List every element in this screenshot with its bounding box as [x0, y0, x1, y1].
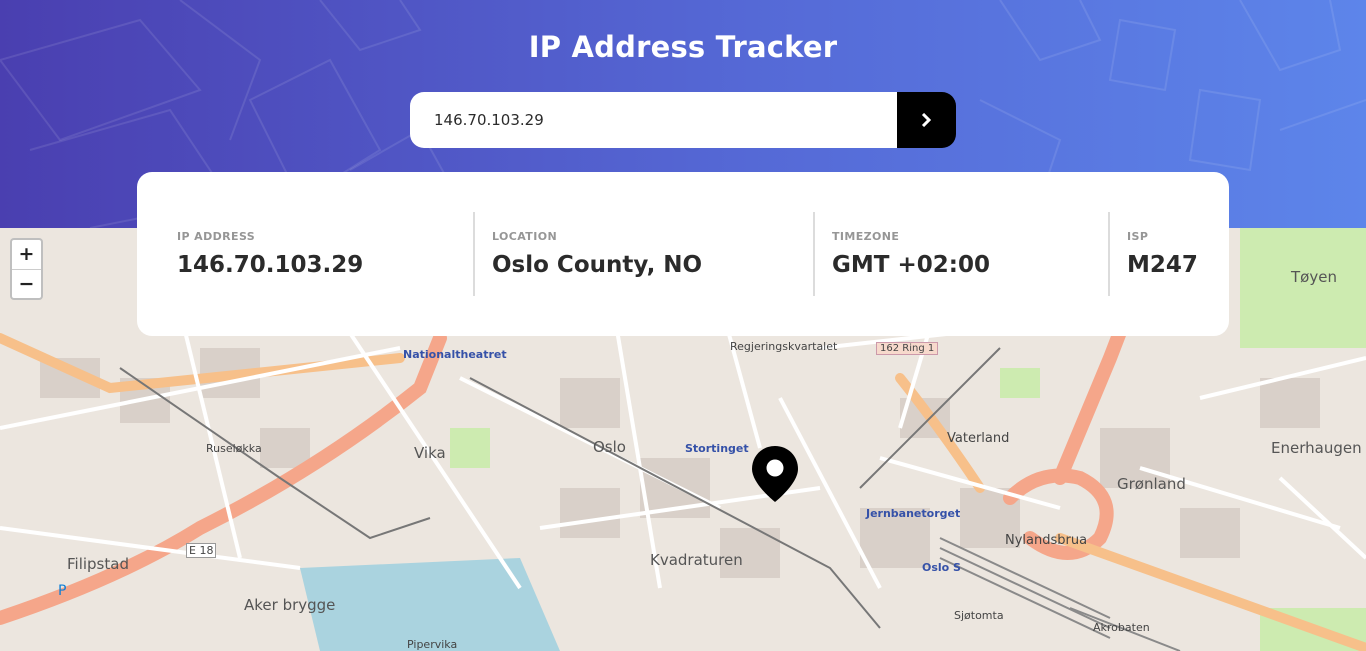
- map-label-vika: Vika: [414, 444, 446, 462]
- map-label-nylandsbrua: Nylandsbrua: [1005, 533, 1088, 548]
- map-label-e18: E 18: [186, 543, 217, 558]
- map-label-vaterland: Vaterland: [947, 431, 1010, 446]
- map-label-enerhaugen: Enerhaugen: [1271, 439, 1362, 457]
- timezone-section: TIMEZONE GMT +02:00: [832, 230, 990, 278]
- map-label-ring1: 162 Ring 1: [876, 342, 939, 355]
- search-submit-button[interactable]: [897, 92, 956, 148]
- page-title: IP Address Tracker: [528, 30, 838, 64]
- location-section: LOCATION Oslo County, NO: [492, 230, 702, 278]
- isp-value: M247: [1127, 252, 1198, 278]
- map-zoom-controls: + −: [10, 238, 43, 300]
- zoom-out-button[interactable]: −: [12, 269, 41, 298]
- ip-address-value: 146.70.103.29: [177, 252, 364, 278]
- svg-text:P: P: [58, 583, 66, 599]
- map-label-ruselokka: Ruseløkka: [206, 442, 262, 455]
- divider: [473, 212, 475, 296]
- ip-search-form: [410, 92, 956, 148]
- map-label-kvadraturen: Kvadraturen: [650, 551, 743, 569]
- location-label: LOCATION: [492, 230, 558, 243]
- zoom-in-button[interactable]: +: [12, 240, 41, 269]
- ip-address-section: IP ADDRESS 146.70.103.29: [177, 230, 363, 278]
- map-label-toyen: Tøyen: [1291, 268, 1337, 286]
- isp-label: ISP: [1127, 230, 1149, 243]
- map-label-gronland: Grønland: [1117, 475, 1186, 493]
- map-label-jernbanetorget: Jernbanetorget: [866, 507, 961, 520]
- location-pin-icon: [752, 446, 798, 506]
- map-label-stortinget: Stortinget: [685, 442, 749, 455]
- ip-address-label: IP ADDRESS: [177, 230, 256, 243]
- location-value: Oslo County, NO: [492, 252, 703, 278]
- ip-search-input[interactable]: [410, 92, 897, 148]
- timezone-label: TIMEZONE: [832, 230, 900, 243]
- timezone-value: GMT +02:00: [832, 252, 990, 278]
- map-label-regjeringskvartalet: Regjeringskvartalet: [730, 340, 838, 353]
- map-label-pipervika: Pipervika: [407, 638, 458, 651]
- map-label-oslo-s: Oslo S: [922, 561, 961, 574]
- map-label-filipstad: Filipstad: [67, 555, 129, 573]
- map-label-sjotomta: Sjøtomta: [954, 609, 1004, 622]
- map-label-nationaltheatret: Nationaltheatret: [403, 348, 507, 361]
- ip-info-card: IP ADDRESS 146.70.103.29 LOCATION Oslo C…: [137, 172, 1229, 336]
- map-label-akrobaten: Akrobaten: [1093, 621, 1150, 634]
- map-label-oslo: Oslo: [593, 438, 626, 456]
- map-label-aker-brygge: Aker brygge: [244, 596, 336, 614]
- chevron-right-icon: [921, 113, 932, 127]
- isp-section: ISP M247: [1127, 230, 1198, 278]
- divider: [1108, 212, 1110, 296]
- divider: [813, 212, 815, 296]
